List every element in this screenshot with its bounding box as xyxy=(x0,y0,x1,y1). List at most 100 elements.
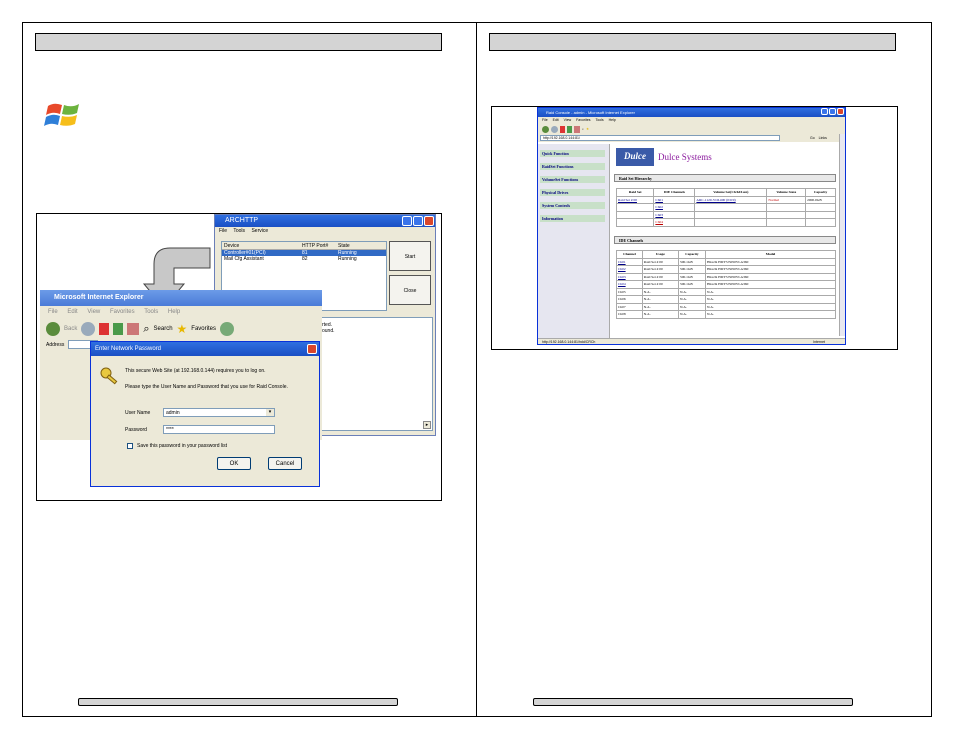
close-app-button[interactable]: Close xyxy=(389,275,431,305)
channel-link[interactable]: Ch03 xyxy=(653,210,696,219)
raidset-cell xyxy=(615,218,655,227)
start-button[interactable]: Start xyxy=(389,241,431,271)
favorites-icon[interactable]: ★ xyxy=(177,322,188,336)
save-password-checkbox[interactable] xyxy=(127,443,133,449)
scroll-right-icon[interactable]: ▸ xyxy=(423,421,431,429)
raid-console-titlebar: Raid Console - admin - Microsoft Interne… xyxy=(538,108,845,117)
menu-tools[interactable]: Tools xyxy=(233,228,245,234)
capacity-cell: N.A. xyxy=(677,310,707,319)
menu-help[interactable]: Help xyxy=(168,309,180,315)
usage-cell: Raid Set # 00 xyxy=(641,265,679,274)
menu-tools[interactable]: Tools xyxy=(595,118,603,122)
raidset-link[interactable]: Raid Set # 00 xyxy=(615,195,655,204)
channel-cell: Ch05 xyxy=(616,287,643,296)
col-raidset: Raid Set xyxy=(615,188,655,197)
usage-cell: N.A. xyxy=(641,302,679,311)
maximize-button[interactable] xyxy=(413,216,423,226)
channel-link[interactable]: Ch03 xyxy=(616,272,643,281)
back-icon[interactable] xyxy=(46,322,60,336)
menu-favorites[interactable]: Favorites xyxy=(110,309,135,315)
ok-button[interactable]: OK xyxy=(217,457,251,470)
home-icon[interactable] xyxy=(574,125,580,133)
minimize-button[interactable] xyxy=(821,108,828,115)
search-label[interactable]: Search xyxy=(154,326,173,332)
model-cell: N.A. xyxy=(705,302,836,311)
channel-link[interactable]: Ch01 xyxy=(616,257,643,266)
nav-volumeset-functions[interactable]: VolumeSet Functions xyxy=(540,176,605,183)
raid-console-sidebar: Quick Function RaidSet Functions VolumeS… xyxy=(538,144,610,340)
nav-raidset-functions[interactable]: RaidSet Functions xyxy=(540,163,605,170)
menu-edit[interactable]: Edit xyxy=(67,309,77,315)
col-device[interactable]: Device xyxy=(222,242,302,249)
channel-link[interactable]: Ch02 xyxy=(653,203,696,212)
refresh-icon[interactable] xyxy=(567,125,572,133)
menu-tools[interactable]: Tools xyxy=(144,309,158,315)
menu-help[interactable]: Help xyxy=(609,118,616,122)
close-icon[interactable] xyxy=(307,344,317,354)
nav-system-controls[interactable]: System Controls xyxy=(540,202,605,209)
col-channel: Channel xyxy=(616,250,643,259)
channel-link[interactable]: Ch01 xyxy=(653,195,696,204)
password-dialog-title: Enter Network Password xyxy=(95,346,162,352)
stop-icon[interactable] xyxy=(560,125,565,133)
model-cell: N.A. xyxy=(705,310,836,319)
username-field[interactable]: admin xyxy=(163,408,275,417)
nav-information[interactable]: Information xyxy=(540,215,605,222)
maximize-button[interactable] xyxy=(829,108,836,115)
raid-console-window: Raid Console - admin - Microsoft Interne… xyxy=(537,107,846,345)
channel-link[interactable]: Ch04 xyxy=(616,280,643,289)
channel-cell: Ch06 xyxy=(616,295,643,304)
left-header-bar xyxy=(35,33,442,51)
password-field[interactable]: **** xyxy=(163,425,275,434)
channel-link[interactable]: Ch02 xyxy=(616,265,643,274)
home-icon[interactable] xyxy=(127,323,140,335)
table-row: Ch03 Raid Set # 00 500.1GB Hitachi HDT72… xyxy=(616,272,836,281)
hierarchy-table: Raid Set IDE Channels Volume Set(Ch/Id/L… xyxy=(615,188,836,227)
state-cell xyxy=(766,210,807,219)
password-dialog: Enter Network Password This secure Web S… xyxy=(90,341,320,487)
menu-file[interactable]: File xyxy=(542,118,548,122)
minimize-button[interactable] xyxy=(402,216,412,226)
capacity-cell xyxy=(805,210,836,219)
favorites-label[interactable]: Favorites xyxy=(191,326,216,332)
favorites-icon[interactable]: ★ xyxy=(586,127,589,131)
volume-link[interactable]: ARC-1120-VOL#00 (0/0/0) xyxy=(694,195,768,204)
table-header-row: Raid Set IDE Channels Volume Set(Ch/Id/L… xyxy=(615,188,836,197)
device-row[interactable]: Mail Cfg Assistant 82 Running xyxy=(222,256,386,262)
col-state[interactable]: State xyxy=(338,242,386,249)
col-port[interactable]: HTTP Port# xyxy=(302,242,338,249)
stop-icon[interactable] xyxy=(99,323,110,335)
ide-table: Channel Usage Capacity Model Ch01 Raid S… xyxy=(616,250,836,319)
search-icon[interactable]: ⌕ xyxy=(143,323,149,336)
vertical-scrollbar[interactable] xyxy=(839,134,845,336)
nav-quick-function[interactable]: Quick Function xyxy=(540,150,605,157)
refresh-icon[interactable] xyxy=(113,323,124,335)
raidset-cell xyxy=(615,210,655,219)
forward-icon[interactable] xyxy=(81,322,96,336)
address-input[interactable]: http://192.168.0.144:81/ xyxy=(540,135,780,141)
back-icon[interactable] xyxy=(542,125,549,133)
close-button[interactable] xyxy=(837,108,844,115)
close-button[interactable] xyxy=(424,216,434,226)
chevron-down-icon[interactable]: ▾ xyxy=(266,409,274,416)
links-label[interactable]: Links xyxy=(819,135,827,142)
forward-icon[interactable] xyxy=(551,125,558,133)
back-label[interactable]: Back xyxy=(64,326,77,332)
cancel-button[interactable]: Cancel xyxy=(268,457,302,470)
media-icon[interactable] xyxy=(219,322,234,336)
channel-link[interactable]: Ch04 xyxy=(653,218,696,227)
menu-file[interactable]: File xyxy=(48,309,58,315)
go-button[interactable]: Go xyxy=(810,135,815,142)
col-model: Model xyxy=(705,250,836,259)
left-footer-bar xyxy=(78,698,398,706)
capacity-cell: 2000.0GB xyxy=(805,195,836,204)
menu-favorites[interactable]: Favorites xyxy=(576,118,590,122)
menu-service[interactable]: Service xyxy=(251,228,268,234)
menu-file[interactable]: File xyxy=(219,228,227,234)
menu-view[interactable]: View xyxy=(87,309,100,315)
search-icon[interactable]: ⌕ xyxy=(582,127,584,131)
menu-edit[interactable]: Edit xyxy=(553,118,559,122)
menu-view[interactable]: View xyxy=(564,118,572,122)
nav-physical-drives[interactable]: Physical Drives xyxy=(540,189,605,196)
password-dialog-titlebar: Enter Network Password xyxy=(91,342,319,356)
